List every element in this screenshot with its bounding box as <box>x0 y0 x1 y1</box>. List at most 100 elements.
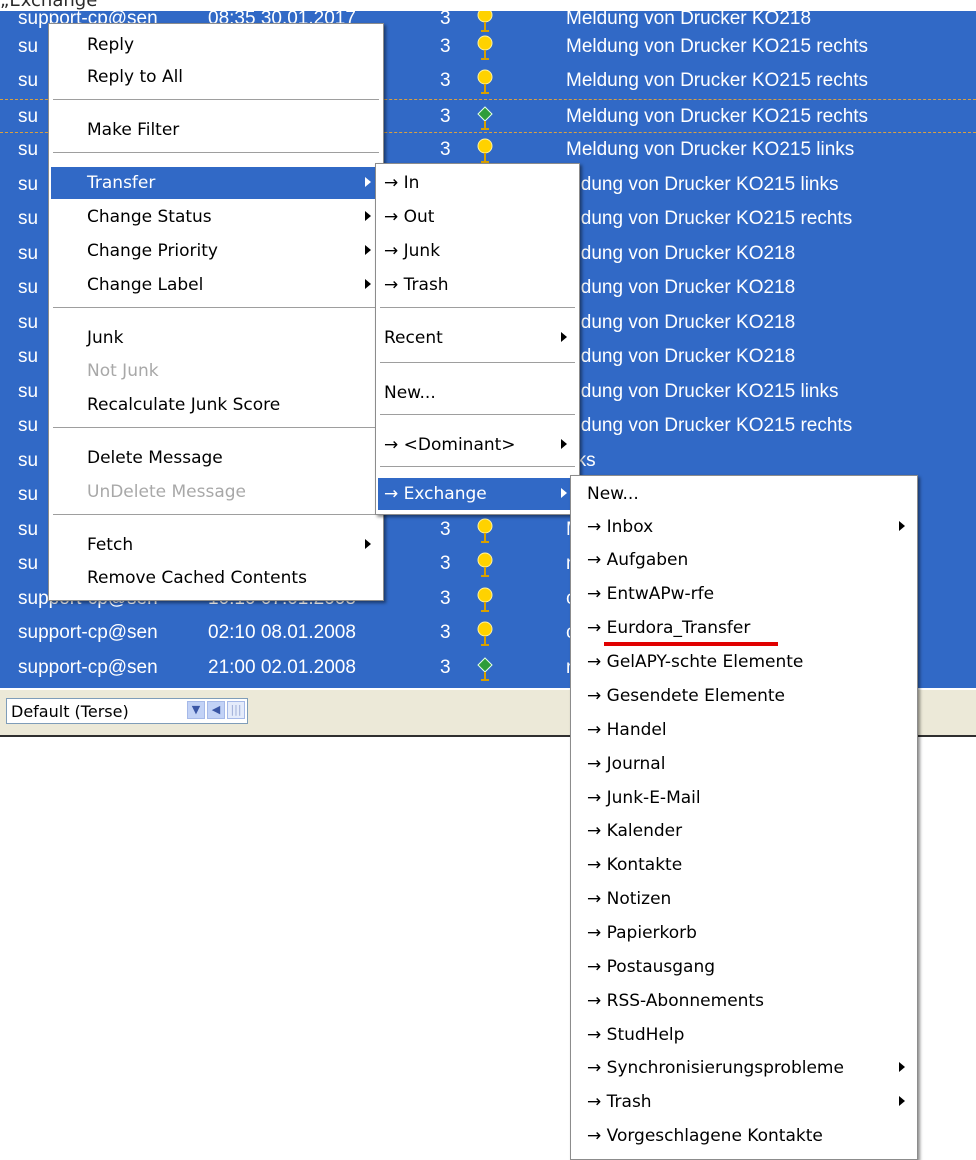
submenu-arrow-icon <box>365 177 371 187</box>
menu-item-label: → Papierkorb <box>587 923 697 943</box>
exchange-item-synchronisierungsprobleme[interactable]: → Synchronisierungsprobleme <box>573 1052 915 1084</box>
context-menu-item-reply-to-all[interactable]: Reply to All <box>51 61 381 93</box>
view-select[interactable]: Default (Terse) ▼ ◀ ||| <box>6 698 248 724</box>
yellow-status-icon <box>473 552 497 578</box>
exchange-item-postausgang[interactable]: → Postausgang <box>573 951 915 983</box>
menu-separator <box>380 466 575 467</box>
transfer-item-recent[interactable]: Recent <box>378 322 577 354</box>
exchange-item-journal[interactable]: → Journal <box>573 748 915 780</box>
transfer-submenu: → In → Out → Junk → Trash Recent New... → <Dom… <box>375 163 580 515</box>
message-priority: 3 <box>440 70 451 91</box>
message-subject: eldung von Drucker KO218 <box>566 277 796 298</box>
transfer-item-in[interactable]: → In <box>378 167 577 199</box>
exchange-item-eurdora-transfer[interactable]: → Eurdora_Transfer <box>573 612 915 644</box>
menu-item-label: → Journal <box>587 754 666 774</box>
menu-item-label: → Junk-E-Mail <box>587 788 701 808</box>
green-status-icon <box>473 105 497 131</box>
message-priority: 3 <box>440 106 451 127</box>
context-menu-item-fetch[interactable]: Fetch <box>51 529 381 561</box>
yellow-status-icon <box>473 69 497 95</box>
message-priority: 3 <box>440 588 451 609</box>
exchange-item-kontakte[interactable]: → Kontakte <box>573 849 915 881</box>
submenu-arrow-icon <box>899 521 905 531</box>
exchange-item-new[interactable]: New... <box>573 478 915 510</box>
submenu-arrow-icon <box>899 1096 905 1106</box>
scroll-left-icon[interactable]: ◀ <box>207 701 225 719</box>
menu-item-label: → Exchange <box>384 484 487 504</box>
message-priority: 3 <box>440 139 451 160</box>
message-subject: Meldung von Drucker KO218 <box>566 11 812 29</box>
exchange-item-entwapw-rfe[interactable]: → EntwAPw-rfe <box>573 578 915 610</box>
transfer-item-out[interactable]: → Out <box>378 201 577 233</box>
exchange-item-handel[interactable]: → Handel <box>573 714 915 746</box>
submenu-arrow-icon <box>365 539 371 549</box>
menu-item-label: → <Dominant> <box>384 435 516 455</box>
menu-separator <box>53 427 379 428</box>
message-subject: eldung von Drucker KO215 rechts <box>566 208 853 229</box>
context-menu-item-change-priority[interactable]: Change Priority <box>51 235 381 267</box>
exchange-item-notizen[interactable]: → Notizen <box>573 883 915 915</box>
menu-item-label: → RSS-Abonnements <box>587 991 764 1011</box>
menu-item-label: → Eurdora_Transfer <box>587 618 751 638</box>
menu-separator <box>380 362 575 363</box>
exchange-item-junk-e-mail[interactable]: → Junk-E-Mail <box>573 782 915 814</box>
transfer-item-exchange[interactable]: → Exchange <box>378 478 577 510</box>
context-menu-item-transfer[interactable]: Transfer <box>51 167 381 199</box>
exchange-item-vorgeschlagene-kontakte[interactable]: → Vorgeschlagene Kontakte <box>573 1120 915 1152</box>
message-subject: Meldung von Drucker KO215 links <box>566 139 855 160</box>
menu-item-label: → Trash <box>587 1092 652 1112</box>
context-menu-item-remove-cached-contents[interactable]: Remove Cached Contents <box>51 562 381 594</box>
menu-item-label: → Inbox <box>587 517 654 537</box>
message-date: 21:00 02.01.2008 <box>208 657 356 678</box>
menu-item-label: → Out <box>384 207 435 227</box>
transfer-item-dominant[interactable]: → <Dominant> <box>378 429 577 461</box>
context-menu-item-junk[interactable]: Junk <box>51 322 381 354</box>
menu-item-label: Change Status <box>87 207 212 227</box>
message-subject: Meldung von Drucker KO215 rechts <box>566 36 869 57</box>
context-menu-item-make-filter[interactable]: Make Filter <box>51 114 381 146</box>
message-priority: 3 <box>440 553 451 574</box>
context-menu-item-change-label[interactable]: Change Label <box>51 269 381 301</box>
message-priority: 3 <box>440 657 451 678</box>
exchange-item-aufgaben[interactable]: → Aufgaben <box>573 544 915 576</box>
context-menu-item-not-junk[interactable]: Not Junk <box>51 355 381 387</box>
yellow-status-icon <box>473 518 497 544</box>
menu-item-label: Remove Cached Contents <box>87 568 307 588</box>
submenu-arrow-icon <box>561 439 567 449</box>
menu-item-label: → GelAPY-schte Elemente <box>587 652 804 672</box>
submenu-arrow-icon <box>365 211 371 221</box>
dropdown-arrow-icon[interactable]: ▼ <box>187 701 205 719</box>
menu-item-label: New... <box>384 383 436 403</box>
context-menu-item-reply[interactable]: Reply <box>51 29 381 61</box>
transfer-item-junk[interactable]: → Junk <box>378 235 577 267</box>
message-priority: 3 <box>440 36 451 57</box>
message-subject: eldung von Drucker KO218 <box>566 312 796 333</box>
menu-item-label: Fetch <box>87 535 134 555</box>
menu-item-label: New... <box>587 484 639 504</box>
menu-item-label: → In <box>384 173 420 193</box>
transfer-item-new[interactable]: New... <box>378 377 577 409</box>
context-menu-item-change-status[interactable]: Change Status <box>51 201 381 233</box>
submenu-arrow-icon <box>365 279 371 289</box>
context-menu-item-delete-message[interactable]: Delete Message <box>51 442 381 474</box>
exchange-item-gelapy-schte-elemente[interactable]: → GelAPY-schte Elemente <box>573 646 915 678</box>
exchange-item-trash[interactable]: → Trash <box>573 1086 915 1118</box>
context-menu-item-undelete-message[interactable]: UnDelete Message <box>51 476 381 508</box>
menu-item-label: → Handel <box>587 720 667 740</box>
exchange-item-papierkorb[interactable]: → Papierkorb <box>573 917 915 949</box>
context-menu-item-recalculate-junk-score[interactable]: Recalculate Junk Score <box>51 389 381 421</box>
message-priority: 3 <box>440 11 451 29</box>
scroll-thumb-icon[interactable]: ||| <box>227 701 245 719</box>
green-status-icon <box>473 656 497 682</box>
transfer-item-trash[interactable]: → Trash <box>378 269 577 301</box>
exchange-item-gesendete-elemente[interactable]: → Gesendete Elemente <box>573 680 915 712</box>
menu-item-label: Transfer <box>87 173 156 193</box>
message-subject: Meldung von Drucker KO215 rechts <box>566 106 869 127</box>
menu-separator <box>380 307 575 308</box>
exchange-item-studhelp[interactable]: → StudHelp <box>573 1019 915 1051</box>
exchange-item-inbox[interactable]: → Inbox <box>573 511 915 543</box>
menu-item-label: → Vorgeschlagene Kontakte <box>587 1126 823 1146</box>
exchange-item-rss-abonnements[interactable]: → RSS-Abonnements <box>573 985 915 1017</box>
exchange-item-kalender[interactable]: → Kalender <box>573 815 915 847</box>
red-underline-mark <box>604 642 778 646</box>
